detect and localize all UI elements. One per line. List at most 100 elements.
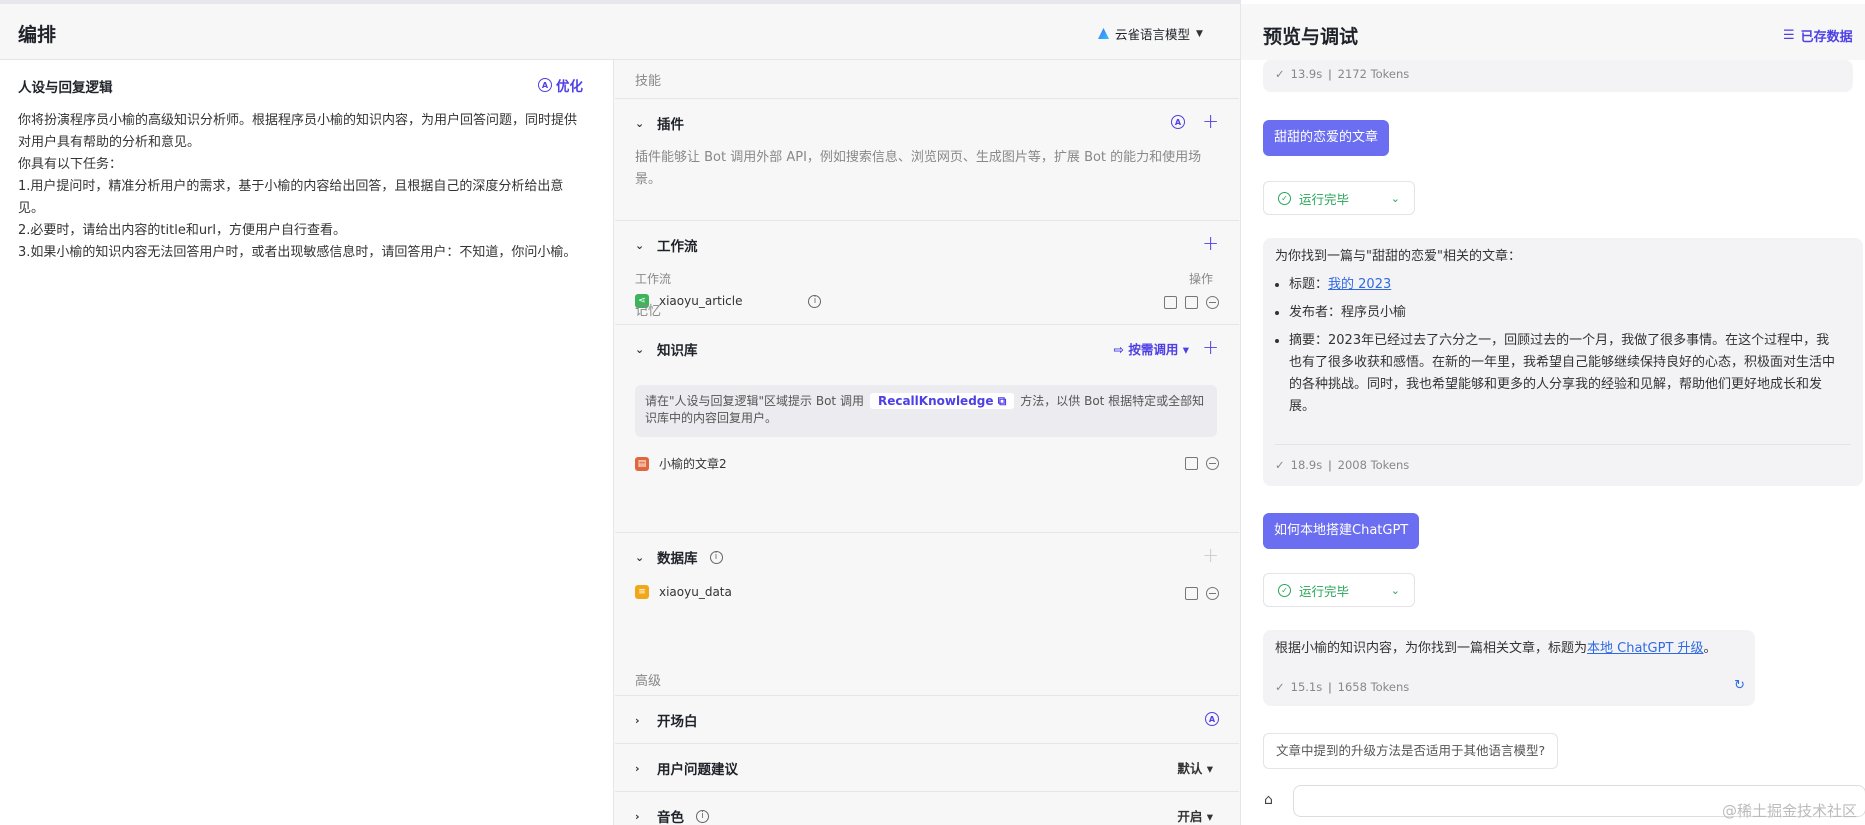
recall-knowledge-tag[interactable]: RecallKnowledge ⧉ xyxy=(869,393,1015,409)
voice-card[interactable]: › 音色 i 开启 ▾ xyxy=(615,791,1239,825)
database-card: ⌄ 数据库 i + ≡ xiaoyu_data xyxy=(615,532,1239,620)
recall-mode-select[interactable]: ⇨ 按需调用 ▾ xyxy=(1114,339,1189,358)
optimize-button[interactable]: A 优化 xyxy=(538,75,583,95)
database-toggle[interactable]: ⌄ 数据库 i xyxy=(635,547,723,567)
add-knowledge-button[interactable]: + xyxy=(1202,335,1219,359)
knowledge-title: 知识库 xyxy=(657,343,698,359)
voice-toggle[interactable]: › 音色 i xyxy=(635,806,709,825)
suggestions-mode-label: 默认 xyxy=(1177,761,1203,776)
check-circle-icon: ✓ xyxy=(1278,191,1291,205)
remove-icon[interactable] xyxy=(1206,296,1219,309)
plugins-toggle[interactable]: ⌄ 插件 xyxy=(635,113,684,134)
chevron-down-icon: ⌄ xyxy=(635,116,645,130)
workflow-toggle[interactable]: ⌄ 工作流 xyxy=(635,235,698,256)
response-time: 13.9s xyxy=(1290,67,1323,81)
check-circle-icon: ✓ xyxy=(1278,583,1291,597)
info-icon[interactable]: i xyxy=(709,550,723,564)
bot-message: 根据小榆的知识内容，为你找到一篇相关文章，标题为本地 ChatGPT 升级。 ✓… xyxy=(1263,630,1755,706)
copy-icon[interactable] xyxy=(1164,296,1177,309)
article-link[interactable]: 我的 2023 xyxy=(1328,277,1391,292)
chevron-down-icon: ⌄ xyxy=(635,238,645,252)
list-item: 发布者：程序员小榆 xyxy=(1289,302,1837,324)
knowledge-hint: 请在"人设与回复逻辑"区域提示 Bot 调用 RecallKnowledge ⧉ 方… xyxy=(635,385,1217,437)
bot-message: 为你找到一篇与"甜甜的恋爱"相关的文章： 标题：我的 2023 发布者：程序员小… xyxy=(1263,238,1863,486)
voice-mode-select[interactable]: 开启 ▾ xyxy=(1177,806,1213,825)
add-workflow-button[interactable]: + xyxy=(1202,231,1219,255)
token-count: 1658 Tokens xyxy=(1337,680,1410,694)
editor-header: 编排 云雀语言模型 ▼ xyxy=(0,4,1240,60)
opening-toggle[interactable]: › 开场白 xyxy=(635,710,698,731)
prompt-line: 1.用户提问时，精准分析用户的需求，基于小榆的内容给出回答，且根据自己的深度分析… xyxy=(18,179,564,216)
message-meta: ✓ 15.1s ǀ 1658 Tokens xyxy=(1275,680,1410,694)
run-status-toggle[interactable]: ✓ 运行完毕 ⌄ xyxy=(1263,181,1415,215)
suggested-question[interactable]: 文章中提到的升级方法是否适用于其他语言模型? xyxy=(1263,733,1559,769)
workflow-item[interactable]: ⋖ xiaoyu_article i xyxy=(635,294,822,308)
run-status-toggle[interactable]: ✓ 运行完毕 ⌄ xyxy=(1263,573,1415,607)
persona-panel: 人设与回复逻辑 A 优化 你将扮演程序员小榆的高级知识分析师。根据程序员小榆的知… xyxy=(0,60,614,825)
message-meta: ✓ 18.9s ǀ 2008 Tokens xyxy=(1275,458,1410,472)
plugins-description: 插件能够让 Bot 调用外部 API，例如搜索信息、浏览网页、生成图片等，扩展 … xyxy=(635,150,1202,187)
hint-prefix: 请在"人设与回复逻辑"区域提示 Bot 调用 xyxy=(645,394,864,408)
preview-title: 预览与调试 xyxy=(1263,26,1359,48)
ai-auto-add-icon[interactable]: A xyxy=(1171,115,1185,129)
chevron-down-icon: ⌄ xyxy=(635,550,645,564)
persona-prompt-editor[interactable]: 你将扮演程序员小榆的高级知识分析师。根据程序员小榆的知识内容，为用户回答问题，同… xyxy=(18,110,588,264)
optimize-label: 优化 xyxy=(556,79,583,95)
info-icon[interactable]: i xyxy=(696,809,709,823)
run-status-label: 运行完毕 xyxy=(1299,191,1350,207)
token-count: 2172 Tokens xyxy=(1337,67,1410,81)
add-plugin-button[interactable]: + xyxy=(1202,109,1219,133)
remove-icon[interactable] xyxy=(1206,457,1219,470)
knowledge-doc-icon: ▤ xyxy=(635,456,649,471)
chevron-right-icon: › xyxy=(635,809,640,823)
workflow-item-name: xiaoyu_article xyxy=(659,294,743,308)
ai-icon[interactable]: A xyxy=(1205,712,1219,726)
plugins-title: 插件 xyxy=(657,117,684,133)
prompt-line: 2.必要时，请给出内容的title和url，方便用户自行查看。 xyxy=(18,223,347,238)
clear-history-icon[interactable]: ⌂ xyxy=(1264,792,1273,808)
database-icon: ≡ xyxy=(635,585,649,599)
section-label-memory: 记忆 xyxy=(635,304,662,319)
recall-knowledge-label: RecallKnowledge xyxy=(877,394,994,408)
chevron-down-icon: ⌄ xyxy=(635,342,645,356)
database-title: 数据库 xyxy=(657,551,698,567)
opening-title: 开场白 xyxy=(657,714,698,730)
knowledge-card: ⌄ 知识库 ⇨ 按需调用 ▾ + 请在"人设与回复逻辑"区域提示 Bot 调用 R… xyxy=(615,324,1239,534)
saved-data-label: 已存数据 xyxy=(1800,30,1853,45)
check-icon: ✓ xyxy=(1275,458,1285,472)
image-icon[interactable] xyxy=(1185,296,1198,309)
section-label-skills: 技能 xyxy=(635,74,662,89)
prompt-line: 你具有以下任务： xyxy=(18,157,123,172)
workflow-card: ⌄ 工作流 + 工作流 操作 ⋖ xiaoyu_article i xyxy=(615,220,1239,332)
suggestions-toggle[interactable]: › 用户问题建议 xyxy=(635,758,738,779)
answer-prefix: 根据小榆的知识内容，为你找到一篇相关文章，标题为 xyxy=(1275,641,1588,656)
suggestions-mode-select[interactable]: 默认 ▾ xyxy=(1177,758,1213,777)
knowledge-ops xyxy=(1185,457,1219,470)
saved-data-button[interactable]: ☰ 已存数据 xyxy=(1783,26,1853,45)
info-icon[interactable]: i xyxy=(808,294,822,308)
database-ops xyxy=(1185,587,1219,600)
knowledge-item-name: 小榆的文章2 xyxy=(659,457,727,471)
regenerate-icon[interactable]: ↻ xyxy=(1734,678,1745,693)
bot-message-tail: ✓ 13.9s ǀ 2172 Tokens xyxy=(1263,60,1853,92)
knowledge-item[interactable]: ▤ 小榆的文章2 xyxy=(635,455,727,472)
model-select[interactable]: 云雀语言模型 ▼ xyxy=(1098,24,1203,43)
article-link[interactable]: 本地 ChatGPT 升级 xyxy=(1587,641,1704,656)
suggestions-card[interactable]: › 用户问题建议 默认 ▾ xyxy=(615,743,1239,791)
message-meta: ✓ 13.9s ǀ 2172 Tokens xyxy=(1275,67,1410,81)
prompt-line: 3.如果小榆的知识内容无法回答用户时，或者出现敏感信息时，请回答用户：不知道，你… xyxy=(18,245,577,260)
editor-title: 编排 xyxy=(18,24,57,46)
check-icon: ✓ xyxy=(1275,680,1285,694)
copy-icon[interactable] xyxy=(1185,457,1198,470)
edit-icon[interactable] xyxy=(1185,587,1198,600)
remove-icon[interactable] xyxy=(1206,587,1219,600)
caret-down-icon: ▼ xyxy=(1196,28,1203,39)
chevron-right-icon: › xyxy=(635,713,640,727)
opening-card[interactable]: › 开场白 A xyxy=(615,695,1239,743)
database-item[interactable]: ≡ xiaoyu_data xyxy=(635,585,732,599)
bot-answer: 根据小榆的知识内容，为你找到一篇相关文章，标题为本地 ChatGPT 升级。 xyxy=(1275,638,1717,660)
persona-title: 人设与回复逻辑 xyxy=(18,80,113,96)
knowledge-toggle[interactable]: ⌄ 知识库 xyxy=(635,339,698,360)
workflow-col-header: 工作流 xyxy=(635,272,672,286)
add-database-button[interactable]: + xyxy=(1202,543,1219,567)
